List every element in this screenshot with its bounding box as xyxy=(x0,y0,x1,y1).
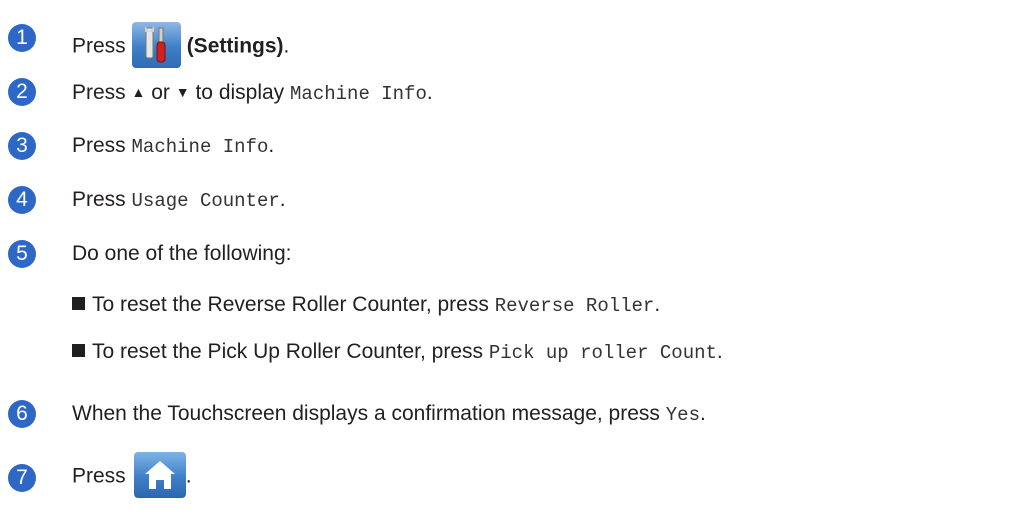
step-number: 5 xyxy=(8,240,36,268)
instruction-text: When the Touchscreen displays a confirma… xyxy=(72,402,660,425)
menu-value: Usage Counter xyxy=(131,190,280,212)
step-number: 1 xyxy=(8,24,36,52)
press-label: Press xyxy=(72,464,126,488)
step-text: When the Touchscreen displays a confirma… xyxy=(72,400,706,429)
square-bullet-icon xyxy=(72,344,85,357)
period: . xyxy=(279,188,286,211)
square-bullet-icon xyxy=(72,297,85,310)
period: . xyxy=(716,340,723,363)
period: . xyxy=(699,402,706,425)
press-label: Press xyxy=(72,34,126,58)
or-label: or xyxy=(151,81,170,104)
period: . xyxy=(426,81,433,104)
step-number: 6 xyxy=(8,400,36,428)
press-label: Press xyxy=(72,188,126,211)
period: . xyxy=(654,293,661,316)
bullet-text: To reset the Reverse Roller Counter, pre… xyxy=(92,293,489,316)
press-label: Press xyxy=(72,81,126,104)
step-text: Press (Settings). xyxy=(72,22,290,70)
to-display-label: to display xyxy=(195,81,285,104)
settings-tools-icon xyxy=(144,26,166,63)
settings-label: (Settings) xyxy=(186,34,284,58)
menu-value: Yes xyxy=(665,404,700,426)
step-number: 4 xyxy=(8,186,36,214)
step-text: Press Machine Info. xyxy=(72,132,274,161)
period: . xyxy=(185,464,192,488)
settings-button[interactable] xyxy=(131,22,181,68)
press-label: Press xyxy=(72,134,126,157)
home-button[interactable] xyxy=(133,452,186,498)
step-number: 2 xyxy=(8,78,36,106)
bullet-text: To reset the Pick Up Roller Counter, pre… xyxy=(92,340,484,363)
menu-value: Machine Info xyxy=(290,83,427,105)
menu-value: Reverse Roller xyxy=(494,295,655,317)
period: . xyxy=(268,134,275,157)
step-number: 3 xyxy=(8,132,36,160)
menu-value: Machine Info xyxy=(131,136,269,158)
home-icon xyxy=(144,461,175,489)
period: . xyxy=(283,34,290,58)
bullet-item: To reset the Pick Up Roller Counter, pre… xyxy=(72,338,723,367)
step-text: Press Usage Counter. xyxy=(72,186,286,215)
step-text: Press ▲ or ▼ to display Machine Info. xyxy=(72,78,433,108)
step-number: 7 xyxy=(8,464,36,492)
down-arrow-icon: ▼ xyxy=(175,84,190,100)
step-text: Do one of the following: xyxy=(72,242,292,265)
up-arrow-icon: ▲ xyxy=(131,84,146,100)
step-text: Press . xyxy=(72,452,192,500)
bullet-item: To reset the Reverse Roller Counter, pre… xyxy=(72,291,660,320)
menu-value: Pick up roller Count xyxy=(488,342,717,364)
